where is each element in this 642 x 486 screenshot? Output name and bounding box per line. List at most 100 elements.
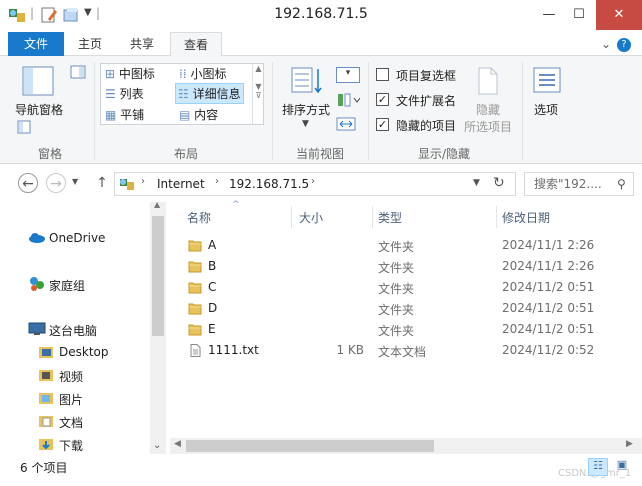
chevron-right-icon[interactable]: ›: [141, 176, 145, 187]
maximize-button[interactable]: ☐: [564, 0, 594, 30]
scroll-up-icon[interactable]: ▲: [154, 200, 160, 209]
forward-button[interactable]: →: [46, 173, 66, 193]
folder-icon: [188, 324, 202, 336]
back-button[interactable]: ←: [18, 173, 38, 193]
item-count: 6 个项目: [20, 461, 68, 475]
group-by-button[interactable]: ▾: [336, 67, 360, 83]
layout-tiles[interactable]: ▦ 平铺: [105, 106, 144, 123]
nav-videos[interactable]: 视频: [59, 368, 83, 385]
chevron-down-icon[interactable]: ⌄: [601, 37, 611, 51]
documents-folder-icon: [39, 416, 53, 427]
breadcrumb-internet[interactable]: Internet: [157, 177, 205, 191]
table-row[interactable]: D 文件夹 2024/11/2 0:51: [182, 299, 634, 319]
videos-folder-icon: [39, 370, 53, 381]
column-name[interactable]: 名称: [187, 209, 211, 226]
layout-details[interactable]: ☷ 详细信息: [175, 83, 244, 104]
refresh-icon[interactable]: ↻: [493, 175, 505, 191]
table-row[interactable]: 1111.txt 1 KB 文本文档 2024/11/2 0:52: [182, 341, 634, 361]
nav-this-pc[interactable]: 这台电脑: [49, 322, 97, 339]
tab-view[interactable]: 查看: [170, 32, 222, 57]
ribbon-view: 导航窗格 窗格 ⊞ 中图标 ⁞⁞ 小图标 ☰ 列表 ☷ 详细信息 ▦ 平铺 ▤ …: [0, 56, 642, 164]
file-list: ^ 名称 大小 类型 修改日期 A 文件夹 2024/11/1 2:26 B 文件夹 20…: [170, 200, 642, 454]
column-date[interactable]: 修改日期: [502, 209, 550, 226]
nav-scrollbar[interactable]: ▲ ⌄: [150, 200, 166, 454]
divider: [272, 62, 273, 160]
chevron-right-icon[interactable]: ›: [311, 176, 315, 187]
tab-file[interactable]: 文件: [8, 32, 64, 56]
file-type: 文件夹: [378, 303, 415, 317]
column-divider[interactable]: [291, 206, 292, 228]
chevron-right-icon[interactable]: ›: [215, 176, 219, 187]
size-columns-icon[interactable]: [336, 116, 356, 132]
details-pane-icon[interactable]: [70, 65, 86, 79]
file-type: 文件夹: [378, 282, 415, 296]
nav-onedrive[interactable]: OneDrive: [49, 231, 105, 245]
address-dropdown-icon[interactable]: ▼: [473, 178, 480, 188]
file-extensions-checkbox[interactable]: ✓: [376, 93, 389, 106]
breadcrumb-host[interactable]: 192.168.71.5: [229, 177, 309, 191]
layout-small-icons[interactable]: ⁞⁞ 小图标: [179, 65, 226, 82]
scroll-down-icon[interactable]: ⌄: [153, 440, 161, 451]
hidden-items-label: 隐藏的项目: [396, 119, 457, 133]
item-checkboxes-checkbox[interactable]: [376, 68, 389, 81]
tab-share[interactable]: 共享: [116, 32, 168, 56]
table-row[interactable]: C 文件夹 2024/11/2 0:51: [182, 278, 634, 298]
hidden-items-checkbox[interactable]: ✓: [376, 118, 389, 131]
nav-scroll-thumb[interactable]: [152, 216, 164, 336]
scroll-right-icon[interactable]: ▶: [626, 439, 633, 449]
file-date: 2024/11/2 0:51: [502, 301, 595, 315]
file-size: 1 KB: [336, 343, 364, 357]
layout-content[interactable]: ▤ 内容: [179, 106, 218, 123]
table-row[interactable]: E 文件夹 2024/11/2 0:51: [182, 320, 634, 340]
homegroup-icon: [30, 277, 44, 291]
folder-icon: [188, 303, 202, 315]
folder-icon: [188, 240, 202, 252]
search-icon[interactable]: ⚲: [617, 177, 626, 191]
recent-locations-icon[interactable]: ▼: [72, 177, 78, 186]
scroll-left-icon[interactable]: ◀: [174, 439, 181, 449]
column-size[interactable]: 大小: [299, 209, 323, 226]
file-type: 文件夹: [378, 261, 415, 275]
navigation-pane-icon: [22, 66, 54, 96]
file-name: A: [208, 238, 217, 252]
close-button[interactable]: ✕: [596, 0, 642, 30]
table-row[interactable]: A 文件夹 2024/11/1 2:26: [182, 236, 634, 256]
sort-by-button[interactable]: 排序方式: [282, 101, 330, 118]
large-icons-view-button[interactable]: ▣: [612, 458, 632, 476]
computer-icon: [28, 322, 46, 335]
horizontal-scroll-thumb[interactable]: [186, 440, 434, 452]
sort-ascending-icon: ^: [232, 200, 240, 210]
address-row: ← → ▼ ↑ › Internet › 192.168.71.5 › ▼ ↻ …: [0, 168, 642, 200]
file-date: 2024/11/1 2:26: [502, 238, 595, 252]
column-divider[interactable]: [496, 206, 497, 228]
layout-medium-icons[interactable]: ⊞ 中图标: [105, 65, 155, 82]
pictures-folder-icon: [39, 393, 53, 404]
minimize-button[interactable]: —: [534, 0, 564, 30]
file-name: 1111.txt: [208, 343, 259, 357]
hide-selected-label-2: 所选项目: [464, 120, 513, 134]
column-type[interactable]: 类型: [378, 209, 402, 226]
nav-desktop[interactable]: Desktop: [59, 345, 109, 359]
address-bar[interactable]: › Internet › 192.168.71.5 › ▼ ↻: [114, 172, 516, 196]
up-button[interactable]: ↑: [92, 173, 112, 193]
nav-downloads[interactable]: 下载: [59, 437, 83, 454]
network-icon: [120, 179, 134, 190]
layout-scroll[interactable]: ▲ ▼ ⊽: [252, 64, 264, 124]
help-icon[interactable]: ?: [617, 38, 631, 52]
options-button[interactable]: 选项: [534, 101, 558, 118]
column-divider[interactable]: [372, 206, 373, 228]
preview-pane-icon[interactable]: [17, 120, 31, 134]
navigation-pane-button[interactable]: 导航窗格: [15, 101, 63, 118]
details-view-button[interactable]: ☷: [588, 458, 608, 476]
add-columns-icon[interactable]: [336, 92, 360, 108]
horizontal-scrollbar[interactable]: ◀ ▶: [170, 438, 642, 454]
nav-documents[interactable]: 文档: [59, 414, 83, 431]
nav-pictures[interactable]: 图片: [59, 391, 83, 408]
file-extensions-label: 文件扩展名: [396, 94, 457, 108]
ribbon-tabs: 文件 主页 共享 查看 ⌄ ?: [0, 32, 642, 57]
nav-homegroup[interactable]: 家庭组: [49, 277, 85, 294]
layout-list[interactable]: ☰ 列表: [105, 85, 144, 102]
tab-home[interactable]: 主页: [64, 32, 116, 56]
chevron-down-icon[interactable]: ▼: [302, 119, 309, 129]
table-row[interactable]: B 文件夹 2024/11/1 2:26: [182, 257, 634, 277]
